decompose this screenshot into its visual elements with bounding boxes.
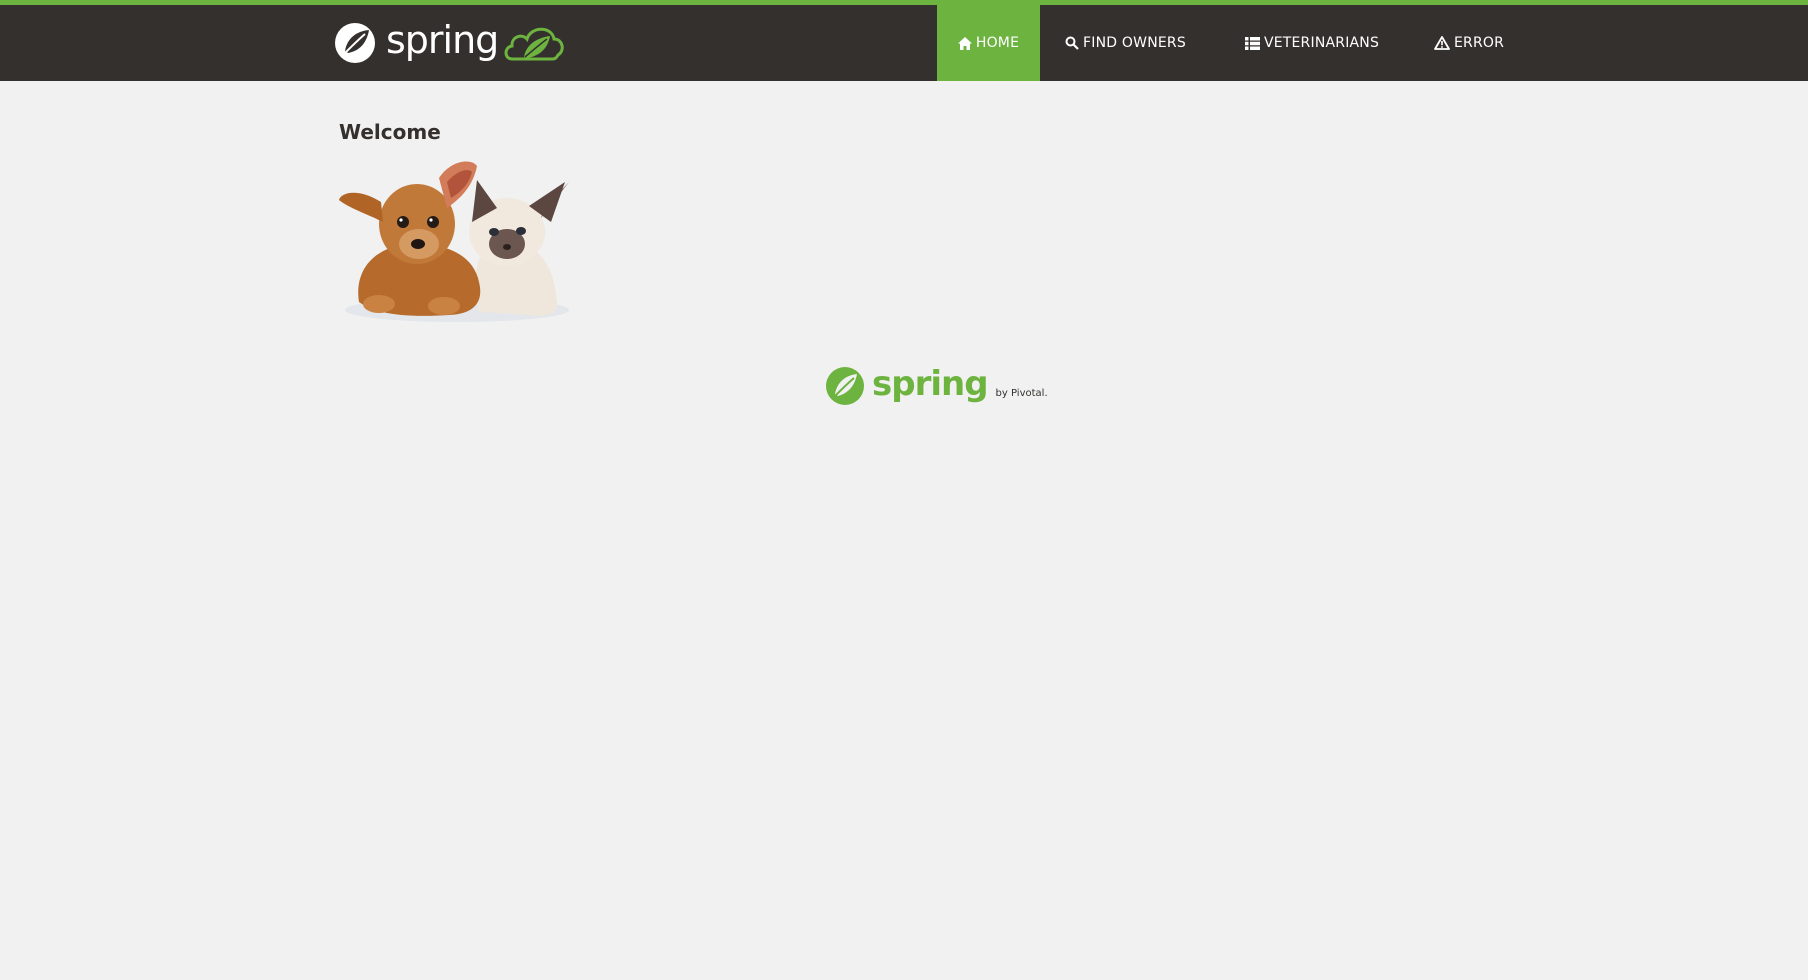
brand-wordmark: spring — [386, 18, 499, 62]
nav-find-owners-label: FIND OWNERS — [1083, 35, 1186, 51]
footer-spring-logo: spring by Pivotal. — [824, 363, 1048, 407]
list-icon — [1244, 36, 1260, 50]
spring-leaf-icon — [826, 367, 864, 405]
nav-veterinarians[interactable]: VETERINARIANS — [1211, 5, 1413, 81]
nav-home[interactable]: HOME — [937, 5, 1040, 81]
navbar: spring HOME FIND OWNERS VETERINARIANS ER… — [0, 0, 1808, 81]
leaf-cloud-icon — [504, 27, 564, 61]
nav-home-label: HOME — [975, 35, 1020, 51]
page-title: Welcome — [339, 120, 441, 144]
footer-wordmark: spring — [872, 364, 989, 404]
nav-veterinarians-label: VETERINARIANS — [1263, 35, 1380, 51]
spring-leaf-icon — [335, 23, 375, 63]
search-icon — [1065, 36, 1079, 50]
nav-error[interactable]: ERROR — [1413, 5, 1525, 81]
nav-error-label: ERROR — [1453, 35, 1505, 51]
pets-image — [339, 161, 569, 322]
nav-find-owners[interactable]: FIND OWNERS — [1040, 5, 1211, 81]
warning-icon — [1434, 36, 1450, 50]
footer-by-pivotal: by Pivotal. — [995, 388, 1048, 399]
brand-logo[interactable]: spring — [332, 17, 566, 69]
home-icon — [957, 36, 972, 50]
main-nav: HOME FIND OWNERS VETERINARIANS ERROR — [937, 5, 1525, 81]
